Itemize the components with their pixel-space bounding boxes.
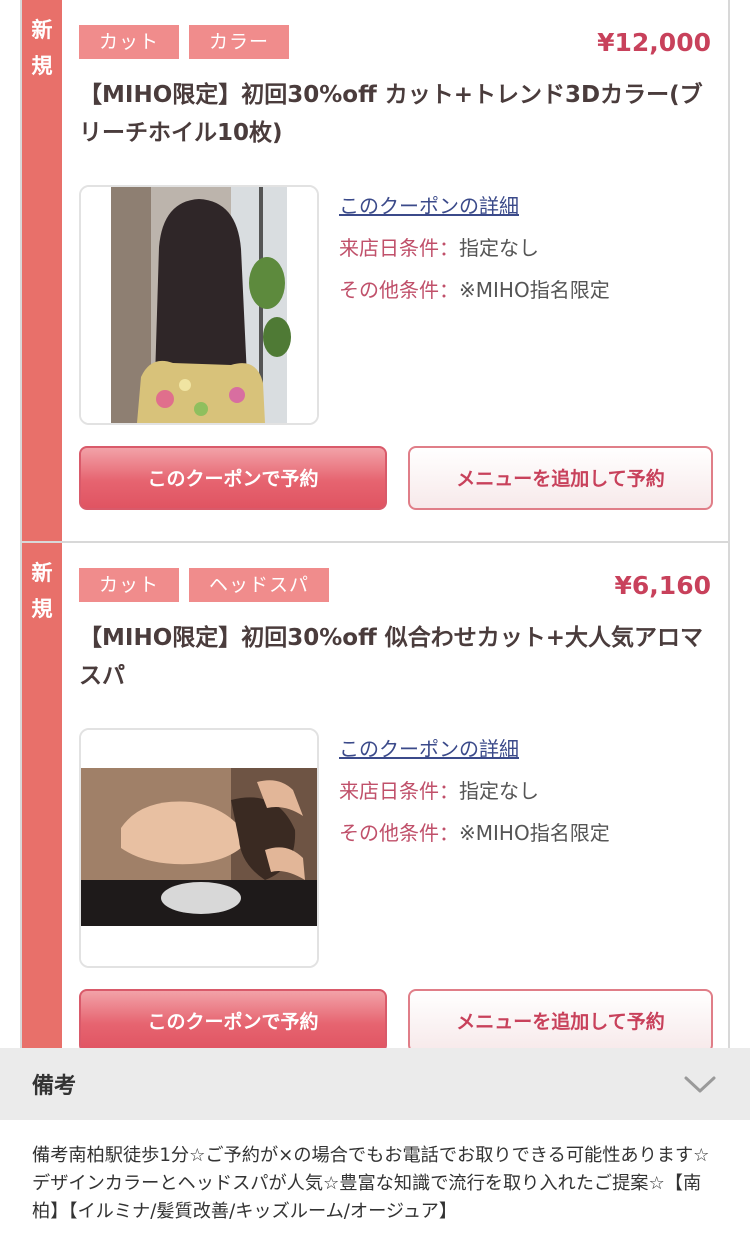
- hair-photo-image: [81, 187, 317, 423]
- remarks-text: 備考南柏駅徒歩1分☆ご予約が×の場合でもお電話でお取りできる可能性あります☆デザ…: [32, 1145, 710, 1222]
- other-condition-value: ※MIHO指名限定: [459, 821, 610, 845]
- chevron-down-icon[interactable]: [682, 1072, 718, 1096]
- coupon-title: 【MIHO限定】初回30%off 似合わせカット+大人気アロマスパ: [79, 625, 704, 689]
- book-with-coupon-button[interactable]: このクーポンで予約: [79, 989, 387, 1053]
- new-badge-char: 新: [31, 561, 53, 585]
- remarks-header[interactable]: 備考: [0, 1048, 750, 1120]
- coupon-price: ¥12,000: [597, 28, 711, 57]
- remarks-body: 備考南柏駅徒歩1分☆ご予約が×の場合でもお電話でお取りできる可能性あります☆デザ…: [0, 1120, 750, 1252]
- visit-condition-value: 指定なし: [459, 779, 539, 803]
- other-condition: その他条件：※MIHO指名限定: [339, 812, 610, 854]
- coupon-price: ¥6,160: [614, 571, 711, 600]
- tag-cut: カット: [79, 568, 180, 602]
- visit-condition: 来店日条件：指定なし: [339, 770, 610, 812]
- other-condition-label: その他条件：: [339, 278, 459, 302]
- coupon-tags: カット ヘッドスパ: [79, 568, 330, 602]
- tag-color: カラー: [189, 25, 290, 59]
- visit-condition: 来店日条件：指定なし: [339, 227, 610, 269]
- new-badge-char: 規: [31, 54, 53, 78]
- new-badge-char: 新: [31, 18, 53, 42]
- visit-condition-label: 来店日条件：: [339, 236, 459, 260]
- coupon-list: 新 規 カット カラー ¥12,000 【MIHO限定】初回30%off カット…: [0, 0, 750, 1103]
- other-condition-label: その他条件：: [339, 821, 459, 845]
- visit-condition-value: 指定なし: [459, 236, 539, 260]
- add-menu-book-button[interactable]: メニューを追加して予約: [408, 989, 713, 1053]
- coupon-title: 【MIHO限定】初回30%off カット+トレンド3Dカラー(ブリーチホイル10…: [79, 82, 703, 146]
- coupon-tags: カット カラー: [79, 25, 290, 59]
- coupon-details: このクーポンの詳細 来店日条件：指定なし その他条件：※MIHO指名限定: [339, 728, 610, 854]
- remarks-title: 備考: [32, 1074, 77, 1099]
- coupon-card: 新 規 カット ヘッドスパ ¥6,160 【MIHO限定】初回30%off 似合…: [20, 543, 730, 1103]
- coupon-photo[interactable]: [79, 185, 319, 425]
- new-badge: 新 規: [22, 543, 62, 1101]
- coupon-detail-link[interactable]: このクーポンの詳細: [339, 185, 610, 227]
- coupon-details: このクーポンの詳細 来店日条件：指定なし その他条件：※MIHO指名限定: [339, 185, 610, 311]
- other-condition: その他条件：※MIHO指名限定: [339, 269, 610, 311]
- tag-cut: カット: [79, 25, 180, 59]
- new-badge: 新 規: [22, 0, 62, 541]
- add-menu-book-button[interactable]: メニューを追加して予約: [408, 446, 713, 510]
- coupon-photo[interactable]: [79, 728, 319, 968]
- visit-condition-label: 来店日条件：: [339, 779, 459, 803]
- book-with-coupon-button[interactable]: このクーポンで予約: [79, 446, 387, 510]
- tag-head-spa: ヘッドスパ: [189, 568, 330, 602]
- coupon-detail-link[interactable]: このクーポンの詳細: [339, 728, 610, 770]
- coupon-card: 新 規 カット カラー ¥12,000 【MIHO限定】初回30%off カット…: [20, 0, 730, 543]
- new-badge-char: 規: [31, 597, 53, 621]
- head-spa-photo-image: [81, 730, 317, 966]
- other-condition-value: ※MIHO指名限定: [459, 278, 610, 302]
